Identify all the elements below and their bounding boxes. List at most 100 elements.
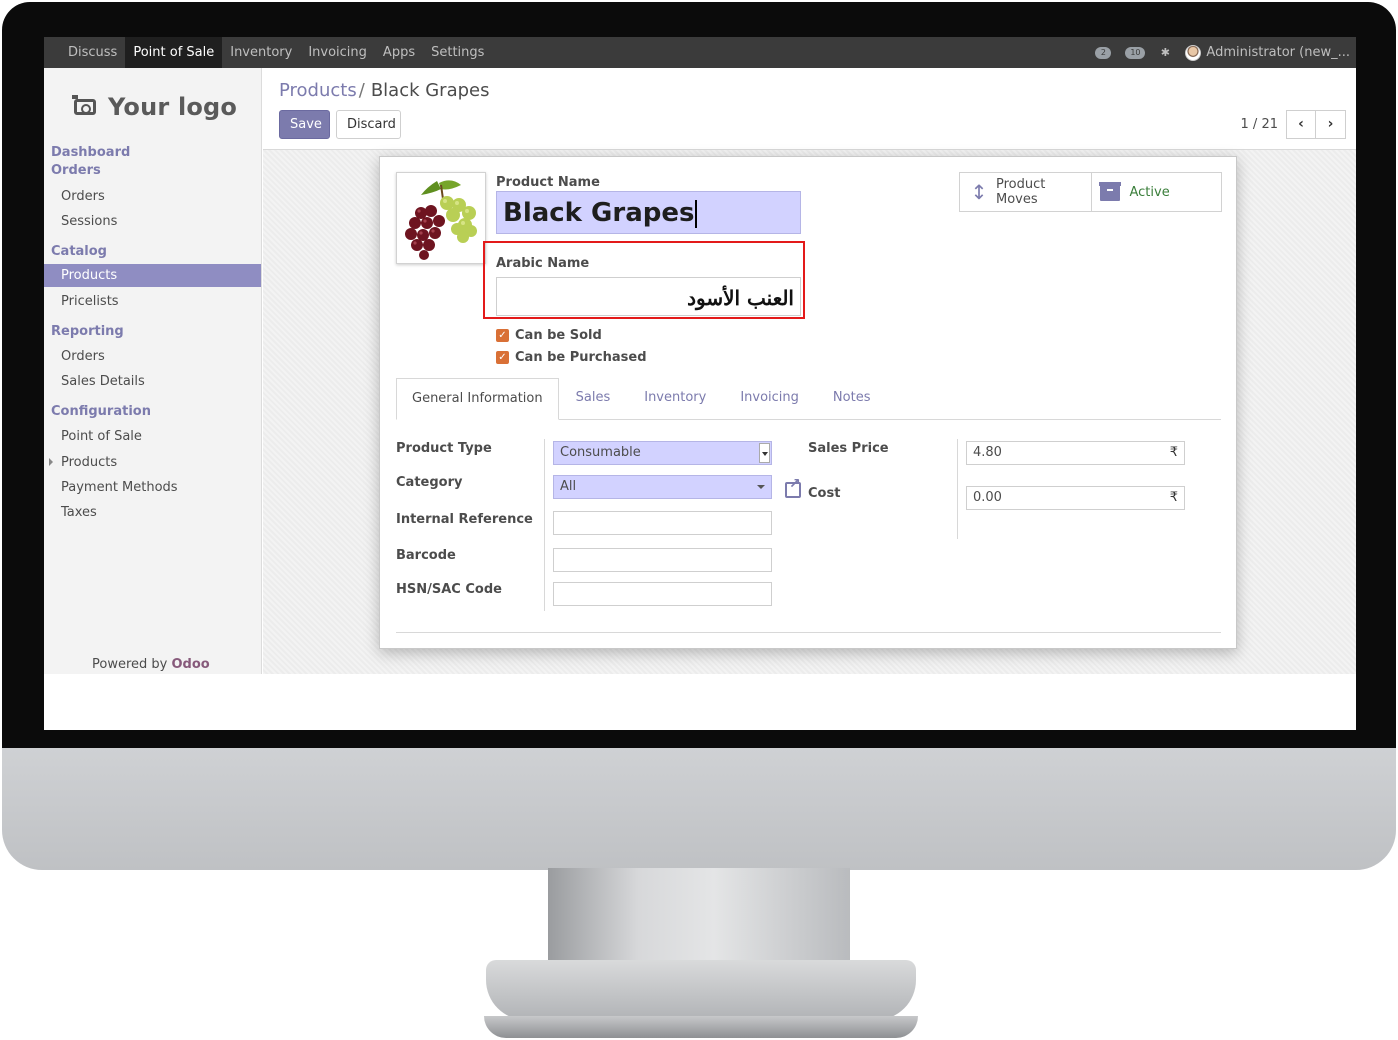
sales-price-value: 4.80 [973,445,1002,460]
breadcrumb-current: Black Grapes [370,80,490,101]
product-moves-button[interactable]: ↕ Product Moves [960,173,1091,211]
tab-sales[interactable]: Sales [559,378,628,419]
product-name-label: Product Name [496,175,600,190]
caret-right-icon [49,458,53,466]
monitor-stand-base [484,1016,918,1038]
breadcrumb-separator: / [358,80,365,101]
product-type-label: Product Type [396,441,492,456]
category-value: All [560,479,577,494]
sidebar-section-orders[interactable]: Orders [51,162,101,180]
internal-reference-input[interactable] [553,511,772,535]
form-bottom-divider [396,632,1221,633]
messages-icon[interactable]: 2 [1095,46,1112,59]
sidebar-section-dashboard[interactable]: Dashboard [51,144,130,162]
pager-value[interactable]: 1 / 21 [1241,117,1278,132]
barcode-input[interactable] [553,548,772,572]
category-label: Category [396,475,463,490]
sidebar-section-configuration[interactable]: Configuration [51,403,151,421]
sidebar: Your logo Dashboard Orders Orders Sessio… [44,68,262,674]
product-type-select[interactable]: Consumable [553,441,772,465]
hsn-sac-input[interactable] [553,582,772,606]
form-view: Product Name Black Grapes Arabic Name ال… [263,150,1356,674]
active-toggle-button[interactable]: Active [1090,173,1222,211]
external-link-icon[interactable] [785,476,801,498]
camera-icon [72,95,96,115]
sidebar-item-sales-details[interactable]: Sales Details [44,370,261,393]
odoo-link[interactable]: Odoo [172,657,210,672]
internal-reference-label: Internal Reference [396,512,533,527]
breadcrumb-products[interactable]: Products [279,80,357,101]
user-avatar[interactable] [1185,44,1202,61]
app-menu: Discuss Point of Sale Inventory Invoicin… [60,37,492,68]
top-navbar: Discuss Point of Sale Inventory Invoicin… [44,37,1356,68]
barcode-label: Barcode [396,548,456,563]
arrows-v-icon: ↕ [970,180,988,204]
sidebar-item-sessions[interactable]: Sessions [44,210,261,233]
notebook-tabs: General Information Sales Inventory Invo… [396,378,1221,420]
sidebar-item-config-pos[interactable]: Point of Sale [44,425,261,448]
control-panel: Products / Black Grapes Save Discard 1 / 2… [263,68,1356,150]
breadcrumb: Products / Black Grapes [279,80,490,101]
cost-input[interactable]: 0.00 ₹ [966,486,1185,510]
smart-buttons: ↕ Product Moves Active [959,172,1222,212]
product-name-input[interactable]: Black Grapes [496,191,801,234]
sidebar-item-orders[interactable]: Orders [44,185,261,208]
can-be-purchased-checkbox[interactable]: ✓ [496,351,509,364]
active-label: Active [1129,184,1170,200]
screen: Discuss Point of Sale Inventory Invoicin… [44,37,1356,730]
form-sheet: Product Name Black Grapes Arabic Name ال… [379,156,1237,649]
pager-previous-button[interactable]: ‹ [1286,110,1316,139]
product-type-value: Consumable [560,445,641,460]
category-select[interactable]: All [553,475,772,499]
arabic-name-input[interactable]: العنب الأسود [496,277,801,316]
logo-text: Your logo [108,93,238,121]
debug-bug-icon[interactable]: ✱ [1159,46,1171,59]
tab-notes[interactable]: Notes [816,378,888,419]
company-logo[interactable]: Your logo [72,88,238,126]
cost-value: 0.00 [973,490,1002,505]
pager-next-button[interactable]: › [1316,110,1346,139]
menu-settings[interactable]: Settings [423,37,492,68]
menu-discuss[interactable]: Discuss [60,37,125,68]
systray: 2 10 ✱ Administrator (new_... [1088,37,1350,68]
can-be-sold-checkbox[interactable]: ✓ [496,329,509,342]
rupee-symbol: ₹ [1169,445,1178,460]
can-be-sold-row: ✓ Can be Sold [496,328,602,343]
tab-general-information[interactable]: General Information [396,378,559,420]
can-be-purchased-row: ✓ Can be Purchased [496,350,647,365]
sidebar-section-catalog[interactable]: Catalog [51,243,107,261]
can-be-sold-label: Can be Sold [515,328,602,343]
right-group-divider [957,439,958,539]
sidebar-item-label: Products [61,455,118,470]
save-button[interactable]: Save [279,110,330,139]
sidebar-item-payment-methods[interactable]: Payment Methods [44,476,261,499]
product-image[interactable] [396,172,486,264]
menu-apps[interactable]: Apps [375,37,423,68]
chevron-down-icon [759,443,770,463]
sidebar-item-config-products[interactable]: Products [44,451,261,474]
activities-icon[interactable]: 10 [1125,46,1146,59]
sidebar-item-report-orders[interactable]: Orders [44,345,261,368]
tab-invoicing[interactable]: Invoicing [723,378,816,419]
sidebar-item-taxes[interactable]: Taxes [44,501,261,524]
sidebar-item-products[interactable]: Products [44,264,261,287]
menu-invoicing[interactable]: Invoicing [300,37,375,68]
archive-icon [1098,182,1121,201]
cost-label: Cost [808,486,841,501]
powered-by-text: Powered by [92,657,168,672]
hsn-sac-label: HSN/SAC Code [396,582,502,597]
user-menu[interactable]: Administrator (new_... [1206,37,1350,68]
menu-point-of-sale[interactable]: Point of Sale [125,37,223,68]
sales-price-input[interactable]: 4.80 ₹ [966,441,1185,465]
text-cursor [695,199,698,228]
pager: 1 / 21 ‹ › [1241,110,1346,139]
sidebar-section-reporting[interactable]: Reporting [51,323,124,341]
grapes-icon [405,180,477,260]
sidebar-item-pricelists[interactable]: Pricelists [44,290,261,313]
tab-inventory[interactable]: Inventory [627,378,723,419]
menu-inventory[interactable]: Inventory [222,37,300,68]
monitor-chin [2,748,1396,870]
sales-price-label: Sales Price [808,441,889,456]
discard-button[interactable]: Discard [336,110,401,139]
rupee-symbol: ₹ [1169,490,1178,505]
